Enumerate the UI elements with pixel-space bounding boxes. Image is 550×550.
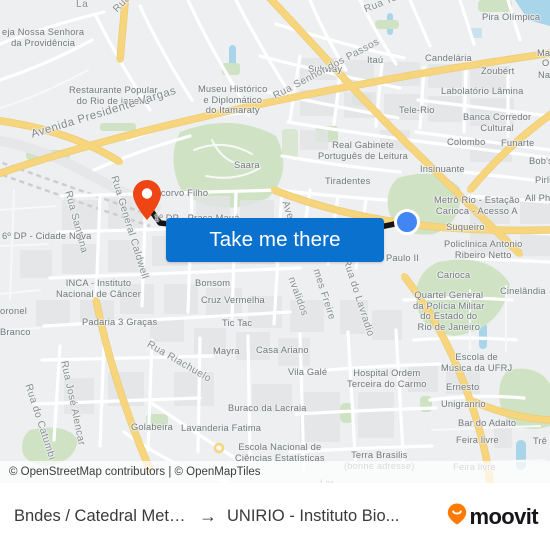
- origin-pin-marker[interactable]: [133, 180, 161, 220]
- take-me-there-label: Take me there: [209, 228, 341, 251]
- moovit-map-screen: .park { fill:#cfe3c4; } .water { fill:#a…: [0, 0, 550, 550]
- take-me-there-button[interactable]: Take me there: [166, 218, 384, 262]
- map-attribution: © OpenStreetMap contributors | © OpenMap…: [0, 461, 550, 483]
- route-summary: Bndes / Catedral Metrop... → UNIRIO - In…: [14, 506, 447, 527]
- moovit-wordmark: moovit: [469, 503, 538, 529]
- route-destination-label: UNIRIO - Instituto Bio...: [227, 507, 400, 525]
- moovit-logo[interactable]: moovit: [447, 503, 539, 530]
- destination-dot-marker[interactable]: [394, 209, 420, 235]
- route-bottom-bar: Bndes / Catedral Metrop... → UNIRIO - In…: [0, 483, 550, 550]
- arrow-right-icon: →: [199, 506, 217, 526]
- moovit-pin-icon: [447, 503, 467, 530]
- attribution-text: © OpenStreetMap contributors | © OpenMap…: [9, 466, 261, 478]
- route-origin-label: Bndes / Catedral Metrop...: [14, 507, 189, 525]
- map-canvas[interactable]: .park { fill:#cfe3c4; } .water { fill:#a…: [0, 0, 550, 483]
